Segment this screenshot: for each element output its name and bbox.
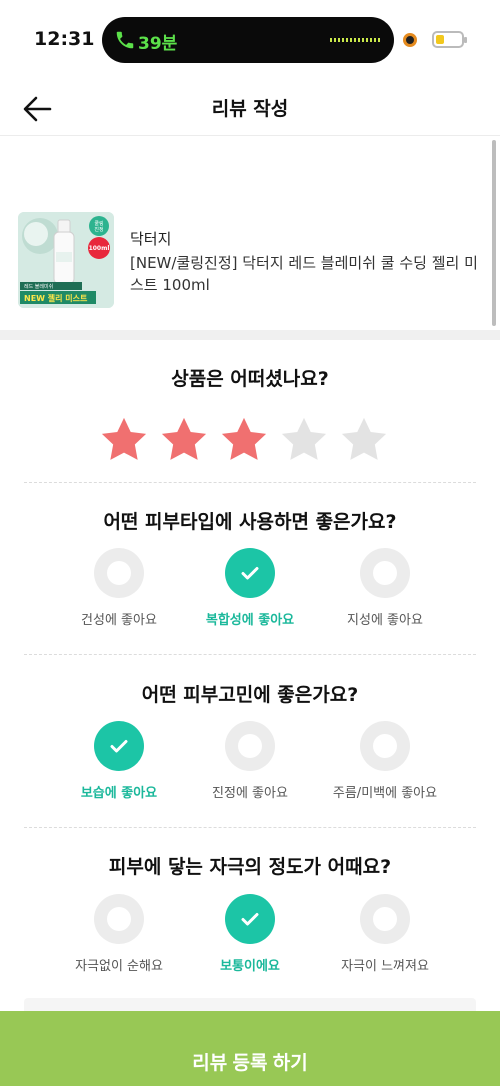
option-label: 보습에 좋아요 bbox=[80, 786, 158, 801]
radio-circle-icon bbox=[360, 721, 410, 771]
star-icon[interactable] bbox=[98, 414, 150, 466]
thumb-badge-top: 쿨링 bbox=[94, 220, 103, 227]
svg-text:진정: 진정 bbox=[94, 226, 103, 233]
audio-wave-icon bbox=[330, 38, 380, 42]
section-divider bbox=[0, 330, 500, 340]
battery-level bbox=[436, 35, 444, 44]
checkmark-icon bbox=[225, 894, 275, 944]
option-soothing[interactable]: 진정에 좋아요 bbox=[175, 721, 325, 811]
radio-circle-icon bbox=[225, 721, 275, 771]
submit-review-button[interactable]: 리뷰 등록 하기 bbox=[0, 1011, 500, 1086]
thumb-banner-large: NEW 젤리 미스트 bbox=[24, 293, 88, 303]
star-icon[interactable] bbox=[278, 414, 330, 466]
star-icon[interactable] bbox=[218, 414, 270, 466]
dynamic-island[interactable]: 39분 bbox=[102, 17, 394, 63]
rating-question: 상품은 어떠셨나요? bbox=[171, 368, 329, 390]
checkmark-icon bbox=[94, 721, 144, 771]
option-wrinkle-whitening[interactable]: 주름/미백에 좋아요 bbox=[310, 721, 460, 811]
option-moisture[interactable]: 보습에 좋아요 bbox=[44, 721, 194, 811]
battery-icon bbox=[432, 31, 467, 48]
option-irritating[interactable]: 자극이 느껴져요 bbox=[310, 894, 460, 984]
option-label: 자극없이 순해요 bbox=[75, 959, 163, 974]
phone-icon bbox=[116, 31, 134, 49]
radio-circle-icon bbox=[360, 894, 410, 944]
option-label: 건성에 좋아요 bbox=[81, 613, 157, 628]
radio-circle-icon bbox=[94, 894, 144, 944]
radio-circle-icon bbox=[360, 548, 410, 598]
product-thumbnail: 쿨링 진정 100ml 레드 블레미쉬 NEW 젤리 미스트 bbox=[18, 212, 114, 308]
option-label: 주름/미백에 좋아요 bbox=[332, 786, 438, 801]
skin-concern-options: 보습에 좋아요 진정에 좋아요 주름/미백에 좋아요 bbox=[44, 721, 456, 811]
option-combination-skin[interactable]: 복합성에 좋아요 bbox=[175, 548, 325, 638]
status-bar: 12:31 39분 bbox=[0, 0, 500, 80]
option-oily-skin[interactable]: 지성에 좋아요 bbox=[310, 548, 460, 638]
recording-indicator-icon bbox=[403, 33, 417, 47]
product-brand: 닥터지 bbox=[130, 230, 172, 248]
dashed-divider bbox=[24, 827, 476, 828]
option-label: 진정에 좋아요 bbox=[212, 786, 288, 801]
option-dry-skin[interactable]: 건성에 좋아요 bbox=[44, 548, 194, 638]
question-skin-concern: 어떤 피부고민에 좋은가요? bbox=[141, 684, 359, 706]
radio-circle-icon bbox=[94, 548, 144, 598]
irritation-options: 자극없이 순해요 보통이에요 자극이 느껴져요 bbox=[44, 894, 456, 984]
option-label: 복합성에 좋아요 bbox=[205, 613, 295, 628]
product-summary: 쿨링 진정 100ml 레드 블레미쉬 NEW 젤리 미스트 닥터지 [NEW/… bbox=[18, 212, 488, 312]
option-label: 보통이에요 bbox=[220, 959, 280, 974]
status-time: 12:31 bbox=[34, 28, 95, 50]
question-irritation: 피부에 닿는 자극의 정도가 어때요? bbox=[108, 856, 392, 878]
option-label: 자극이 느껴져요 bbox=[341, 959, 429, 974]
product-name: [NEW/쿨링진정] 닥터지 레드 블레미쉬 쿨 수딩 젤리 미스트 100ml bbox=[130, 254, 478, 294]
star-rating[interactable] bbox=[98, 414, 398, 466]
app-header: 리뷰 작성 bbox=[0, 80, 500, 136]
checkmark-icon bbox=[225, 548, 275, 598]
thumb-banner-small: 레드 블레미쉬 bbox=[24, 283, 53, 290]
skin-type-options: 건성에 좋아요 복합성에 좋아요 지성에 좋아요 bbox=[44, 548, 456, 638]
dashed-divider bbox=[24, 482, 476, 483]
thumb-badge-volume: 100ml bbox=[89, 245, 110, 252]
question-skin-type: 어떤 피부타입에 사용하면 좋은가요? bbox=[103, 511, 397, 533]
option-normal[interactable]: 보통이에요 bbox=[175, 894, 325, 984]
scrollbar[interactable] bbox=[492, 140, 496, 326]
star-icon[interactable] bbox=[158, 414, 210, 466]
page-title: 리뷰 작성 bbox=[211, 98, 289, 120]
star-icon[interactable] bbox=[338, 414, 390, 466]
option-gentle[interactable]: 자극없이 순해요 bbox=[44, 894, 194, 984]
dashed-divider bbox=[24, 654, 476, 655]
option-label: 지성에 좋아요 bbox=[347, 613, 423, 628]
call-duration: 39분 bbox=[138, 34, 178, 54]
